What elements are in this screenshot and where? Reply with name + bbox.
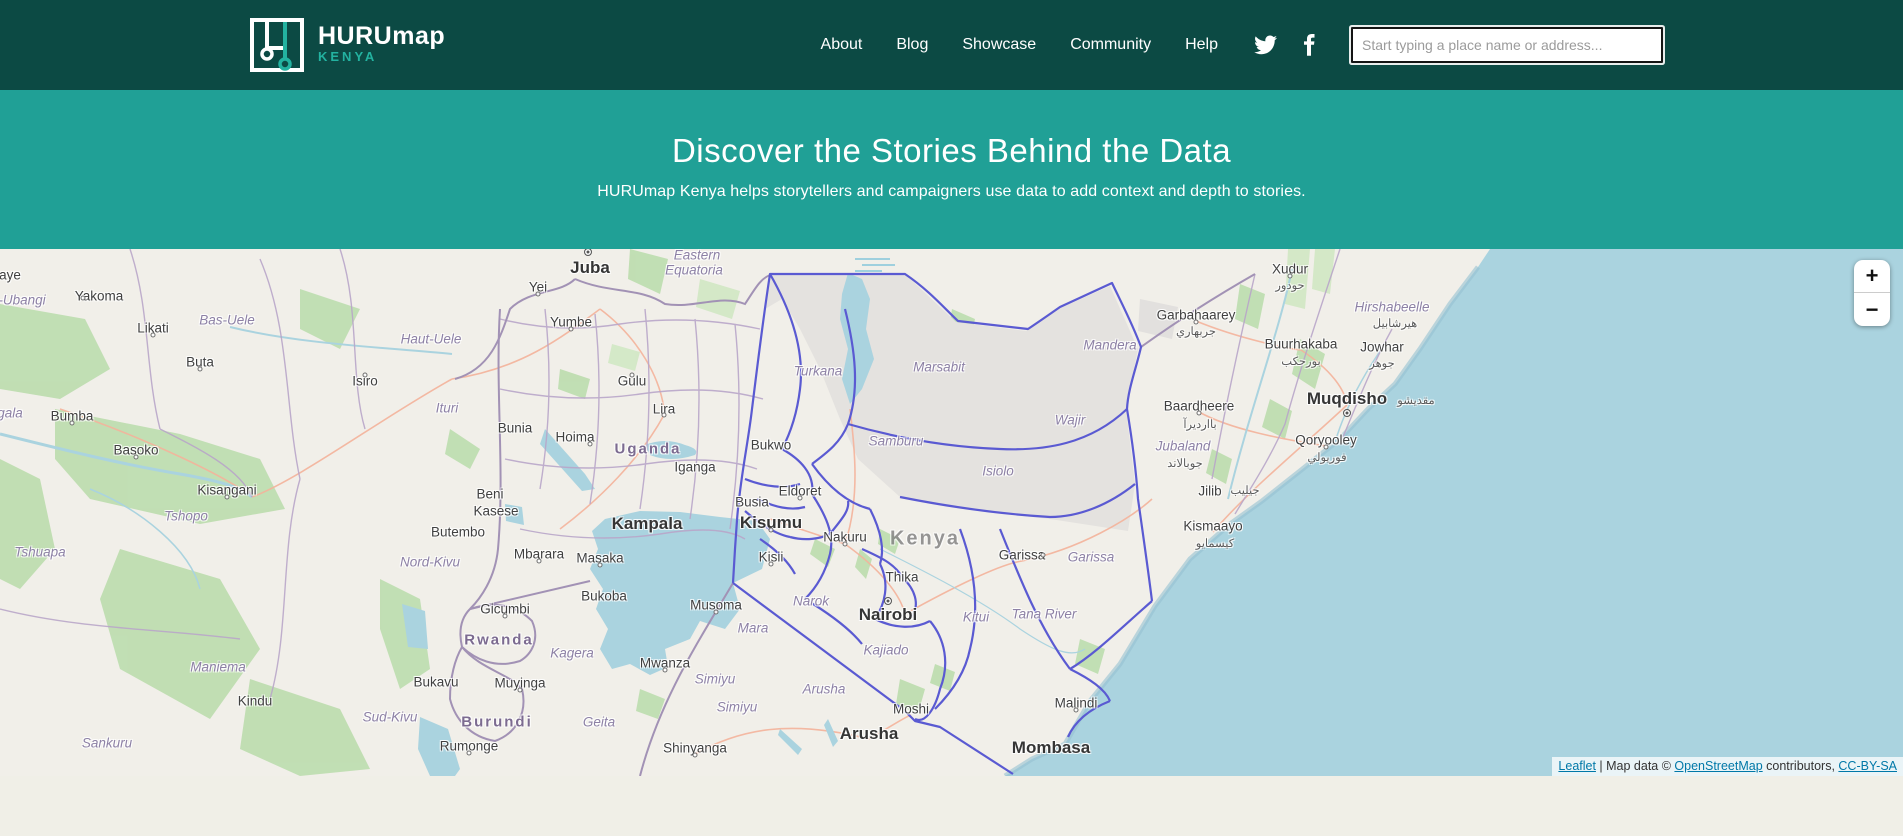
facebook-icon[interactable] xyxy=(1303,34,1315,56)
osm-link[interactable]: OpenStreetMap xyxy=(1674,759,1762,773)
map-zoom-control: + − xyxy=(1854,260,1890,326)
search-wrap xyxy=(1351,27,1663,63)
zoom-out-button[interactable]: − xyxy=(1854,293,1890,326)
leaflet-link[interactable]: Leaflet xyxy=(1558,759,1596,773)
twitter-icon[interactable] xyxy=(1254,35,1277,55)
logo[interactable]: HURUmap KENYA xyxy=(250,18,445,72)
search-input[interactable] xyxy=(1351,27,1663,63)
hero-banner: Discover the Stories Behind the Data HUR… xyxy=(0,90,1903,249)
attribution-text-2: contributors, xyxy=(1763,759,1839,773)
hurumap-logo-icon xyxy=(250,18,304,72)
license-link[interactable]: CC-BY-SA xyxy=(1838,759,1897,773)
nav-link-help[interactable]: Help xyxy=(1185,36,1218,54)
nav-links: About Blog Showcase Community Help xyxy=(821,36,1218,54)
nav-link-showcase[interactable]: Showcase xyxy=(962,36,1036,54)
map-svg xyxy=(0,249,1903,776)
logo-subtitle: KENYA xyxy=(318,49,445,65)
nav-link-blog[interactable]: Blog xyxy=(896,36,928,54)
hero-subtitle: HURUmap Kenya helps storytellers and cam… xyxy=(0,183,1903,201)
attribution-text: | Map data © xyxy=(1596,759,1674,773)
nav-link-about[interactable]: About xyxy=(821,36,863,54)
hero-title: Discover the Stories Behind the Data xyxy=(0,132,1903,170)
map-attribution: Leaflet | Map data © OpenStreetMap contr… xyxy=(1552,757,1903,776)
footer-strip xyxy=(0,776,1903,836)
logo-title: HURUmap xyxy=(318,24,445,49)
zoom-in-button[interactable]: + xyxy=(1854,260,1890,293)
map-canvas[interactable]: ayeYakoma-UbangiLikatiBas-UeleHaut-UeleB… xyxy=(0,249,1903,776)
nav-link-community[interactable]: Community xyxy=(1070,36,1151,54)
navbar: HURUmap KENYA About Blog Showcase Commun… xyxy=(0,0,1903,90)
nav-social xyxy=(1254,34,1315,56)
